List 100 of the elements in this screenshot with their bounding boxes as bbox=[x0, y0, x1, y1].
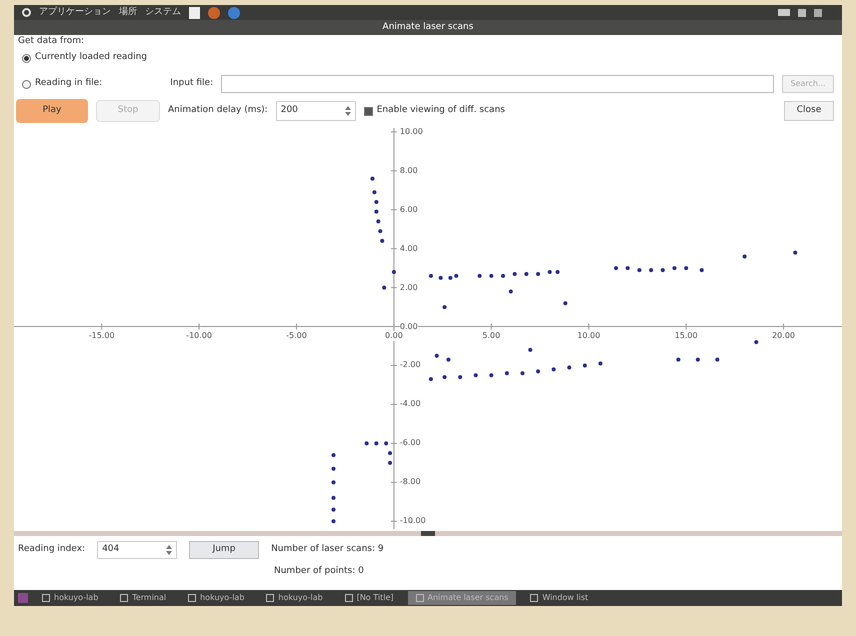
data-point bbox=[700, 268, 704, 272]
data-point bbox=[332, 453, 336, 458]
data-point bbox=[428, 377, 433, 382]
x-tick-label: 15.00 bbox=[674, 330, 698, 341]
data-point bbox=[754, 340, 758, 344]
input-file-label: Input file: bbox=[170, 77, 214, 90]
data-point bbox=[332, 480, 336, 484]
y-tick-label: -8.00 bbox=[400, 478, 421, 486]
panel-menu[interactable]: システム bbox=[145, 8, 181, 17]
splitter-handle[interactable] bbox=[14, 531, 842, 536]
data-point bbox=[376, 219, 380, 224]
y-tick-label: 2.00 bbox=[400, 284, 418, 292]
data-point bbox=[370, 176, 374, 181]
data-point bbox=[454, 274, 458, 278]
taskbar-item[interactable]: Terminal bbox=[112, 591, 174, 605]
data-point bbox=[556, 270, 560, 274]
data-point bbox=[448, 276, 452, 280]
data-point bbox=[434, 354, 439, 358]
data-point bbox=[528, 348, 532, 352]
data-point bbox=[332, 496, 336, 500]
data-point bbox=[458, 375, 462, 380]
index-spinbox[interactable]: 404 bbox=[97, 541, 178, 559]
data-point bbox=[508, 290, 513, 294]
data-point bbox=[696, 358, 700, 362]
data-point bbox=[672, 266, 676, 270]
data-point bbox=[372, 190, 376, 194]
window-title: Animate laser scans bbox=[382, 20, 474, 34]
input-field[interactable] bbox=[221, 75, 774, 93]
data-point bbox=[501, 274, 505, 278]
y-tick-label: 4.00 bbox=[400, 244, 418, 253]
data-point bbox=[374, 200, 378, 204]
taskbar-item[interactable]: Window list bbox=[522, 591, 596, 605]
data-point bbox=[548, 270, 552, 274]
data-point bbox=[474, 373, 478, 378]
data-point bbox=[384, 441, 388, 446]
data-point bbox=[388, 451, 392, 456]
data-point bbox=[524, 272, 528, 276]
data-point bbox=[446, 358, 450, 362]
x-tick-label: -15.00 bbox=[88, 330, 115, 341]
x-tick-label: 0.00 bbox=[384, 330, 403, 341]
data-point bbox=[684, 266, 688, 270]
data-point bbox=[392, 270, 396, 274]
delay-label: Animation delay (ms): bbox=[168, 104, 268, 118]
y-tick-label: -4.00 bbox=[400, 400, 421, 408]
data-point bbox=[649, 268, 654, 272]
data-point bbox=[536, 272, 540, 276]
diff-checkbox[interactable]: Enable viewing of diff. scans bbox=[364, 104, 505, 118]
data-point bbox=[660, 268, 665, 272]
y-tick-label: -6.00 bbox=[400, 439, 421, 448]
y-tick-label: 0.00 bbox=[400, 322, 418, 331]
data-point bbox=[378, 229, 382, 234]
spin-arrows-icon[interactable] bbox=[166, 544, 172, 556]
data-point bbox=[332, 466, 336, 471]
taskbar-item[interactable]: hokuyo-lab bbox=[180, 591, 252, 605]
radio-option[interactable]: Reading in file: bbox=[22, 77, 102, 91]
data-point bbox=[364, 441, 369, 446]
data-point bbox=[626, 266, 630, 270]
data-point bbox=[598, 362, 602, 366]
data-point bbox=[582, 364, 587, 368]
data-point bbox=[478, 274, 482, 278]
delay-spinbox[interactable]: 200 bbox=[276, 101, 356, 121]
x-tick-label: 10.00 bbox=[577, 330, 600, 341]
data-point bbox=[332, 519, 336, 524]
data-point bbox=[742, 254, 747, 258]
data-point bbox=[442, 375, 447, 380]
group-label: Get data from: bbox=[17, 35, 86, 47]
data-point bbox=[438, 276, 443, 280]
point-count: Number of points: 0 bbox=[273, 565, 365, 578]
y-tick-label: -2.00 bbox=[400, 361, 421, 370]
data-point bbox=[388, 460, 392, 465]
data-point bbox=[512, 272, 517, 276]
panel-menu[interactable]: 場所 bbox=[119, 8, 137, 17]
y-tick-label: -10.00 bbox=[400, 517, 426, 526]
taskbar-item[interactable]: hokuyo-lab bbox=[34, 591, 106, 605]
taskbar-item[interactable]: [No Title] bbox=[336, 591, 402, 605]
panel-menu[interactable]: アプリケーション bbox=[39, 8, 111, 17]
data-point bbox=[520, 371, 524, 376]
x-tick-label: 20.00 bbox=[772, 330, 795, 341]
x-tick-label: -10.00 bbox=[186, 330, 212, 341]
data-point bbox=[332, 508, 336, 512]
data-point bbox=[489, 274, 494, 278]
data-point bbox=[715, 358, 720, 362]
close-button[interactable]: Close bbox=[784, 101, 834, 121]
data-point bbox=[442, 305, 447, 310]
taskbar-item[interactable]: hokuyo-lab bbox=[258, 591, 331, 605]
data-point bbox=[552, 367, 556, 372]
data-point bbox=[374, 210, 378, 214]
data-point bbox=[374, 441, 378, 446]
y-tick-label: 8.00 bbox=[400, 166, 418, 175]
jump-button[interactable]: Jump bbox=[189, 541, 260, 559]
data-point bbox=[380, 238, 384, 243]
x-tick-label: -5.00 bbox=[286, 330, 307, 341]
radio-option[interactable]: Currently loaded reading bbox=[22, 51, 148, 65]
play-button[interactable]: Play bbox=[16, 99, 88, 123]
data-point bbox=[567, 365, 572, 370]
data-point bbox=[614, 266, 618, 270]
scan-count: Number of laser scans: 9 bbox=[271, 543, 384, 556]
x-tick-label: 5.00 bbox=[482, 330, 500, 341]
data-point bbox=[504, 371, 509, 376]
spin-arrows-icon[interactable] bbox=[344, 105, 351, 117]
